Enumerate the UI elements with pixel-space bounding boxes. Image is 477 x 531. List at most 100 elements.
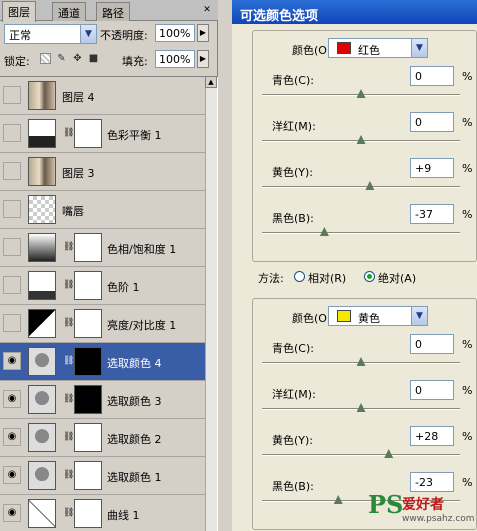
link-icon[interactable]: ⛓ — [63, 355, 74, 367]
visibility-toggle[interactable] — [3, 314, 21, 332]
layer-mask-thumbnail[interactable] — [74, 233, 102, 262]
opacity-label: 不透明度: — [100, 29, 148, 42]
panel-menu-icon[interactable]: ✕ — [200, 4, 214, 16]
fill-input[interactable]: 100% — [155, 50, 195, 68]
layer-row[interactable]: ◉ ⛓ 选取颜色 1 — [0, 457, 206, 495]
visibility-toggle[interactable] — [3, 200, 21, 218]
slider-label: 黑色(B): — [272, 212, 314, 225]
link-icon[interactable]: ⛓ — [63, 393, 74, 405]
opacity-input[interactable]: 100% — [155, 24, 195, 42]
slider-value-input[interactable]: 0 — [410, 66, 454, 86]
layer-thumbnail — [28, 81, 56, 110]
layer-name: 选取颜色 4 — [107, 357, 162, 370]
eye-icon[interactable]: ◉ — [3, 352, 21, 370]
percent-label: % — [462, 338, 473, 351]
lock-pixels-icon[interactable]: ✎ — [56, 53, 67, 64]
scroll-up-icon[interactable]: ▲ — [205, 76, 217, 88]
color-select[interactable]: 红色 ▼ — [328, 38, 428, 58]
layer-row[interactable]: ⛓ 色阶 1 — [0, 267, 206, 305]
layer-row[interactable]: ◉ ⛓ 选取颜色 4 — [0, 343, 206, 381]
method-radio-1[interactable] — [364, 271, 375, 282]
eye-icon[interactable]: ◉ — [3, 390, 21, 408]
layer-name: 曲线 1 — [107, 509, 140, 522]
layer-mask-thumbnail[interactable] — [74, 347, 102, 376]
link-icon[interactable]: ⛓ — [63, 241, 74, 253]
visibility-toggle[interactable] — [3, 238, 21, 256]
method-radio-0[interactable] — [294, 271, 305, 282]
slider-value-input[interactable]: 0 — [410, 334, 454, 354]
layer-row[interactable]: 图层 3 — [0, 153, 206, 191]
lock-transparency-icon[interactable] — [40, 53, 51, 64]
color-select[interactable]: 黄色 ▼ — [328, 306, 428, 326]
chevron-down-icon[interactable]: ▼ — [80, 25, 96, 43]
eye-icon[interactable]: ◉ — [3, 466, 21, 484]
slider-value-input[interactable]: -23 — [410, 472, 454, 492]
selective-color-dialog: 可选颜色选项 颜色(O): 红色 ▼ 青色(C): 0% 洋红(M): 0% 黄色(Y): +9… — [232, 0, 477, 531]
link-icon[interactable]: ⛓ — [63, 317, 74, 329]
layer-mask-thumbnail[interactable] — [74, 309, 102, 338]
eye-icon[interactable]: ◉ — [3, 504, 21, 522]
link-icon[interactable]: ⛓ — [63, 507, 74, 519]
layer-row[interactable]: 嘴唇 — [0, 191, 206, 229]
eye-icon[interactable]: ◉ — [3, 428, 21, 446]
layer-thumbnail — [28, 119, 56, 148]
slider-track[interactable] — [262, 232, 460, 234]
chevron-down-icon[interactable]: ▼ — [411, 307, 427, 325]
link-icon[interactable]: ⛓ — [63, 431, 74, 443]
visibility-toggle[interactable] — [3, 276, 21, 294]
method-radio-label: 相对(R) — [308, 272, 347, 285]
lock-label: 锁定: — [4, 55, 30, 68]
visibility-toggle[interactable] — [3, 162, 21, 180]
layer-mask-thumbnail[interactable] — [74, 461, 102, 490]
layer-row[interactable]: ◉ ⛓ 选取颜色 2 — [0, 419, 206, 457]
color-swatch — [337, 310, 351, 322]
layer-row[interactable]: ◉ ⛓ 选取颜色 3 — [0, 381, 206, 419]
layer-thumbnail — [28, 271, 56, 300]
layer-row[interactable]: ⛓ 亮度/对比度 1 — [0, 305, 206, 343]
layer-row[interactable]: 图层 4 — [0, 77, 206, 115]
slider-value-input[interactable]: 0 — [410, 380, 454, 400]
layer-name: 嘴唇 — [62, 205, 84, 218]
slider-value-input[interactable]: +9 — [410, 158, 454, 178]
layer-mask-thumbnail[interactable] — [74, 385, 102, 414]
visibility-toggle[interactable] — [3, 124, 21, 142]
layer-mask-thumbnail[interactable] — [74, 119, 102, 148]
opacity-arrow-icon[interactable]: ▶ — [197, 24, 209, 42]
layer-name: 亮度/对比度 1 — [107, 319, 177, 332]
chevron-down-icon[interactable]: ▼ — [411, 39, 427, 57]
layer-name: 色相/饱和度 1 — [107, 243, 177, 256]
slider-track[interactable] — [262, 186, 460, 188]
layer-mask-thumbnail[interactable] — [74, 499, 102, 528]
layer-name: 选取颜色 1 — [107, 471, 162, 484]
link-icon[interactable]: ⛓ — [63, 469, 74, 481]
layer-thumbnail — [28, 233, 56, 262]
layer-row[interactable]: ⛓ 色彩平衡 1 — [0, 115, 206, 153]
lock-position-icon[interactable]: ✥ — [72, 53, 83, 64]
tab-layers[interactable]: 图层 — [2, 1, 36, 22]
tab-channels[interactable]: 通道 — [52, 2, 86, 21]
slider-track[interactable] — [262, 454, 460, 456]
slider-value-input[interactable]: +28 — [410, 426, 454, 446]
layer-mask-thumbnail[interactable] — [74, 423, 102, 452]
slider-value-input[interactable]: -37 — [410, 204, 454, 224]
percent-label: % — [462, 476, 473, 489]
visibility-toggle[interactable] — [3, 86, 21, 104]
dialog-title: 可选颜色选项 — [232, 0, 477, 24]
layer-name: 选取颜色 2 — [107, 433, 162, 446]
fill-arrow-icon[interactable]: ▶ — [197, 50, 209, 68]
percent-label: % — [462, 162, 473, 175]
slider-label: 洋红(M): — [272, 120, 316, 133]
layer-name: 色彩平衡 1 — [107, 129, 162, 142]
layer-mask-thumbnail[interactable] — [74, 271, 102, 300]
tab-paths[interactable]: 路径 — [96, 2, 130, 21]
layers-panel: 图层 通道 路径 ✕ 正常 ▼ 不透明度: 100% ▶ 锁定: ✎ ✥ ■ 填… — [0, 0, 218, 531]
link-icon[interactable]: ⛓ — [63, 127, 74, 139]
layer-row[interactable]: ⛓ 色相/饱和度 1 — [0, 229, 206, 267]
lock-all-icon[interactable]: ■ — [88, 53, 99, 64]
layer-row[interactable]: ◉ ⛓ 曲线 1 — [0, 495, 206, 531]
color-swatch — [337, 42, 351, 54]
slider-value-input[interactable]: 0 — [410, 112, 454, 132]
blend-mode-select[interactable]: 正常 ▼ — [4, 24, 97, 44]
layer-list-scrollbar[interactable] — [205, 76, 217, 531]
link-icon[interactable]: ⛓ — [63, 279, 74, 291]
